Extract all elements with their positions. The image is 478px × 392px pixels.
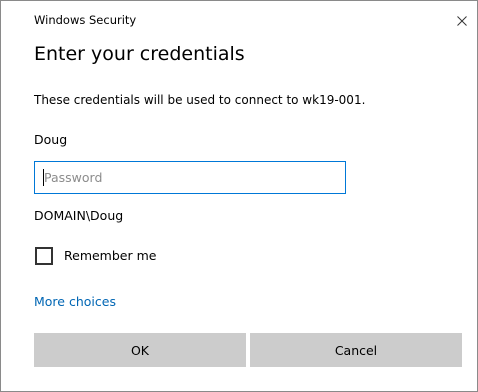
dialog-description: These credentials will be used to connec… (34, 93, 366, 107)
window-title: Windows Security (34, 13, 137, 27)
password-input[interactable] (34, 161, 346, 194)
close-icon (457, 16, 467, 26)
username-label: Doug (34, 132, 68, 147)
dialog-heading: Enter your credentials (34, 43, 245, 65)
title-bar: Windows Security (1, 1, 477, 35)
credentials-dialog: Windows Security Enter your credentials … (0, 0, 478, 392)
checkbox-box[interactable] (35, 247, 53, 265)
close-button[interactable] (450, 10, 474, 32)
cancel-button[interactable]: Cancel (250, 333, 462, 367)
more-choices-link[interactable]: More choices (34, 294, 116, 309)
domain-user-label: DOMAIN\Doug (34, 208, 124, 223)
text-caret (43, 169, 44, 186)
remember-me-label: Remember me (64, 248, 157, 263)
ok-button[interactable]: OK (34, 333, 246, 367)
